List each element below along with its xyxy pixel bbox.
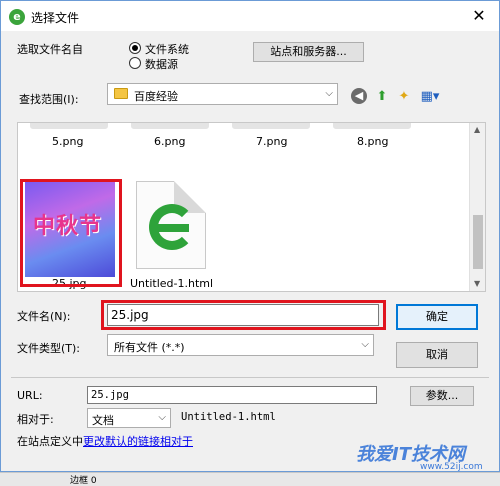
back-icon[interactable]: ◀ [351,88,369,106]
watermark-url: www.52ij.com [420,462,483,472]
filename-highlight [101,300,386,330]
relative-label: 相对于: [17,413,54,426]
filetype-label: 文件类型(T): [17,342,81,355]
file-item-label[interactable]: 7.png [256,135,287,148]
filetype-value: 所有文件 (*.*) [114,341,185,354]
source-label: 选取文件名自 [17,43,83,56]
view-menu-icon[interactable]: ▦▾ [417,88,443,106]
ie-logo-bar [157,224,189,232]
up-folder-icon[interactable]: ⬆ [373,88,391,106]
site-server-button[interactable]: 站点和服务器... [253,42,364,62]
thumb-edge [131,123,209,129]
scroll-down-icon[interactable]: ▼ [474,279,480,288]
chevron-down-icon: ⌵ [361,339,369,350]
file-item-label[interactable]: 5.png [52,135,83,148]
change-default-link[interactable]: 更改默认的链接相对于 [83,433,193,449]
url-label: URL: [17,389,43,402]
chevron-down-icon: ⌵ [325,88,333,99]
radio-filesystem-label: 文件系统 [145,43,189,56]
ie-html-icon[interactable] [136,181,206,269]
lookin-value: 百度经验 [134,90,178,103]
thumb-edge [30,123,108,129]
file-item-label[interactable]: 6.png [154,135,185,148]
radio-filesystem[interactable] [129,42,141,54]
dialog-title: 选择文件 [31,11,80,25]
filename-label: 文件名(N): [17,310,71,323]
scroll-up-icon[interactable]: ▲ [474,125,480,134]
footer-prefix: 在站点定义中 [17,435,83,448]
filetype-select[interactable]: 所有文件 (*.*) ⌵ [107,334,374,356]
relative-value: 文档 [92,414,114,427]
file-list: 5.png 6.png 7.png 8.png 中秋节 25.jpg Untit… [17,122,486,292]
folder-icon [114,88,128,99]
app-logo-icon: e [9,9,25,25]
vertical-scrollbar[interactable]: ▲ ▼ [469,123,485,291]
select-file-dialog: e 选择文件 ✕ 选取文件名自 文件系统 数据源 站点和服务器... 查找范围(… [0,0,500,472]
ok-button[interactable]: 确定 [396,304,478,330]
selection-highlight [20,179,122,287]
status-text: 边框 0 [70,476,97,486]
lookin-label: 查找范围(I): [19,93,79,106]
lookin-combo[interactable]: 百度经验 ⌵ [107,83,338,105]
new-folder-icon[interactable]: ✦ [395,88,413,106]
file-item-label[interactable]: 8.png [357,135,388,148]
radio-datasource-label: 数据源 [145,58,178,71]
divider [11,377,489,378]
url-input[interactable]: 25.jpg [87,386,377,404]
relative-file: Untitled-1.html [181,411,276,423]
title-bar: e 选择文件 ✕ [1,1,499,31]
scroll-thumb[interactable] [473,215,483,269]
params-button[interactable]: 参数... [410,386,474,406]
chevron-down-icon: ⌵ [158,412,166,423]
relative-select[interactable]: 文档 ⌵ [87,408,171,428]
status-bar: 边框 0 [0,472,500,486]
close-icon[interactable]: ✕ [465,4,493,28]
cancel-button[interactable]: 取消 [396,342,478,368]
thumb-edge [232,123,310,129]
thumb-edge [333,123,411,129]
radio-datasource[interactable] [129,57,141,69]
file-item-label[interactable]: Untitled-1.html [130,277,213,290]
